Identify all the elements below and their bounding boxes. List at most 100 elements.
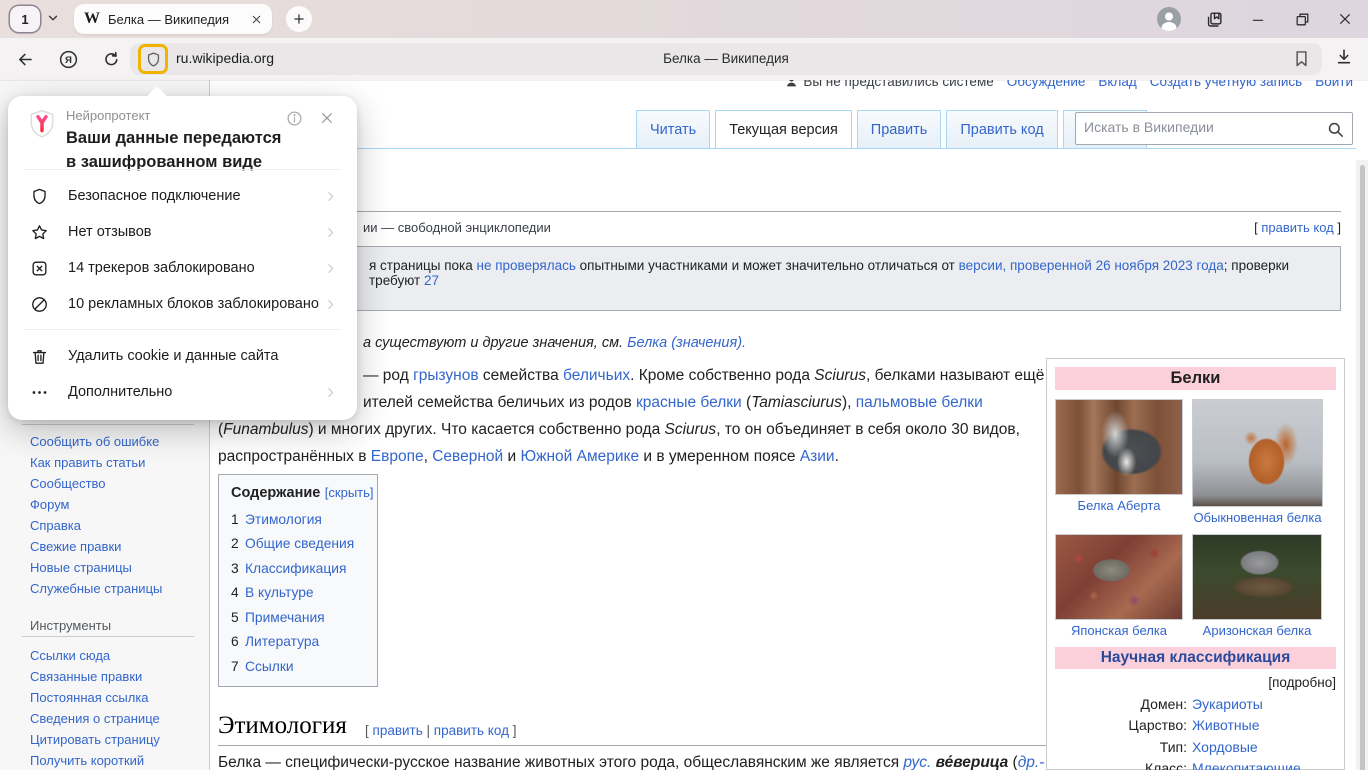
window-close-icon[interactable] xyxy=(1333,7,1357,31)
more-options-item[interactable]: Дополнительно xyxy=(8,374,357,410)
edit-code-link[interactable]: править код xyxy=(434,723,509,738)
bookmark-flag-icon[interactable] xyxy=(1291,48,1312,69)
window-restore-icon[interactable] xyxy=(1290,7,1314,31)
toc-link-classification[interactable]: Классификация xyxy=(245,561,346,576)
sciuridae-link[interactable]: беличьих xyxy=(563,367,630,384)
image-caption-link[interactable]: Обыкновенная белка xyxy=(1192,510,1323,525)
secure-connection-item[interactable]: Безопасное подключение xyxy=(8,178,357,214)
palm-squirrels-link[interactable]: пальмовые белки xyxy=(856,394,983,411)
arizona-squirrel-image[interactable] xyxy=(1192,534,1322,620)
new-tab-button[interactable] xyxy=(286,6,312,32)
toc-item: 2Общие сведения xyxy=(231,536,377,551)
text-fragment: . Кроме собственно рода xyxy=(630,367,814,384)
south-america-link[interactable]: Южной Америке xyxy=(520,448,639,465)
tab-counter-badge[interactable]: 1 xyxy=(10,6,40,32)
sidebar-link-recent-changes[interactable]: Свежие правки xyxy=(30,539,121,554)
tab-edit-code[interactable]: Править код xyxy=(946,110,1057,148)
yandex-services-icon[interactable]: Я xyxy=(56,47,80,71)
taxonomy-value-link[interactable]: Млекопитающие xyxy=(1192,760,1301,770)
protect-brand-label: Нейропротект xyxy=(66,108,150,123)
red-squirrel-image[interactable] xyxy=(1192,399,1323,507)
sidebar-link-special-pages[interactable]: Служебные страницы xyxy=(30,581,162,596)
reviewed-version-link[interactable]: версии, проверенной 26 ноября 2023 года xyxy=(959,258,1224,273)
bracket: ] xyxy=(370,485,374,500)
side-panel-icon[interactable] xyxy=(1202,7,1226,31)
russian-language-link[interactable]: рус. xyxy=(903,754,931,770)
address-field[interactable]: ru.wikipedia.org Белка — Википедия xyxy=(130,43,1322,75)
toc-link-links[interactable]: Ссылки xyxy=(245,659,294,674)
reviews-item[interactable]: Нет отзывов xyxy=(8,214,357,250)
sidebar-link-forum[interactable]: Форум xyxy=(30,497,70,512)
trackers-blocked-item[interactable]: 14 трекеров заблокировано xyxy=(8,250,357,286)
japanese-squirrel-image[interactable] xyxy=(1055,534,1183,620)
toc-item: 6Литература xyxy=(231,634,377,649)
asia-link[interactable]: Азии xyxy=(800,448,835,465)
window-minimize-icon[interactable] xyxy=(1246,7,1270,31)
sidebar-link-what-links-here[interactable]: Ссылки сюда xyxy=(30,648,110,663)
back-button-icon[interactable] xyxy=(13,47,37,71)
downloads-icon[interactable] xyxy=(1334,47,1354,67)
sidebar-link-how-to-edit[interactable]: Как править статьи xyxy=(30,455,145,470)
taxonomy-value-link[interactable]: Животные xyxy=(1192,717,1260,733)
popup-divider xyxy=(24,169,341,170)
toc-link-notes[interactable]: Примечания xyxy=(245,610,325,625)
not-reviewed-link[interactable]: не проверялась xyxy=(476,258,575,273)
image-caption-link[interactable]: Японская белка xyxy=(1055,623,1183,638)
aberts-squirrel-image[interactable] xyxy=(1055,399,1183,495)
text-fragment: и xyxy=(503,448,520,465)
tab-current-version[interactable]: Текущая версия xyxy=(715,110,852,148)
tab-read[interactable]: Читать xyxy=(636,110,710,148)
sidebar-link-new-pages[interactable]: Новые страницы xyxy=(30,560,132,575)
sidebar-link-community[interactable]: Сообщество xyxy=(30,476,106,491)
edit-code-link[interactable]: править код xyxy=(1261,220,1333,235)
north-america-link[interactable]: Северной xyxy=(432,448,503,465)
toc-link-general[interactable]: Общие сведения xyxy=(245,536,354,551)
toc-link-literature[interactable]: Литература xyxy=(245,634,319,649)
search-icon[interactable] xyxy=(1326,120,1345,139)
toc-number: 5 xyxy=(231,610,245,625)
sidebar-link-report-error[interactable]: Сообщить об ошибке xyxy=(30,434,159,449)
toc-link-in-culture[interactable]: В культуре xyxy=(245,585,314,600)
table-of-contents: Содержание [скрыть] 1Этимология 2Общие с… xyxy=(218,474,378,687)
scrollbar-thumb[interactable] xyxy=(1360,165,1365,770)
scientific-classification-header[interactable]: Научная классификация xyxy=(1055,647,1336,669)
old-russian-link[interactable]: др.- xyxy=(1018,754,1045,770)
tab-close-icon[interactable] xyxy=(251,14,262,25)
edit-link[interactable]: править xyxy=(373,723,423,738)
pending-changes-link[interactable]: 27 xyxy=(424,273,439,288)
delete-cookies-item[interactable]: Удалить cookie и данные сайта xyxy=(8,338,357,374)
svg-text:Я: Я xyxy=(65,55,72,66)
classification-details-link[interactable]: [подробно] xyxy=(1055,675,1336,690)
page-scrollbar[interactable] xyxy=(1356,160,1368,770)
tabs-dropdown-chevron-icon[interactable] xyxy=(46,11,60,25)
toc-link-etymology[interactable]: Этимология xyxy=(245,512,322,527)
europe-link[interactable]: Европе xyxy=(371,448,424,465)
ellipsis-icon xyxy=(30,383,52,402)
disambiguation-link[interactable]: Белка (значения). xyxy=(627,335,746,351)
sidebar-link-related-changes[interactable]: Связанные правки xyxy=(30,669,142,684)
info-icon[interactable] xyxy=(286,110,303,127)
sidebar-link-help[interactable]: Справка xyxy=(30,518,81,533)
wiki-search-input[interactable] xyxy=(1084,119,1314,135)
profile-avatar[interactable] xyxy=(1157,7,1181,31)
refresh-icon[interactable] xyxy=(99,47,123,71)
chevron-right-icon xyxy=(324,298,337,311)
browser-tab[interactable]: W Белка — Википедия xyxy=(74,4,272,34)
taxonomy-row: Класс:Млекопитающие xyxy=(1055,760,1336,770)
ad-block-icon xyxy=(30,295,52,314)
tab-edit[interactable]: Править xyxy=(857,110,942,148)
popup-close-icon[interactable] xyxy=(319,110,335,126)
taxonomy-value-link[interactable]: Хордовые xyxy=(1192,739,1258,755)
sidebar-link-page-info[interactable]: Сведения о странице xyxy=(30,711,160,726)
image-caption-link[interactable]: Аризонская белка xyxy=(1192,623,1322,638)
sidebar-link-permanent-link[interactable]: Постоянная ссылка xyxy=(30,690,149,705)
red-squirrels-link[interactable]: красные белки xyxy=(636,394,742,411)
toc-title: Содержание xyxy=(231,485,320,501)
taxonomy-value-link[interactable]: Эукариоты xyxy=(1192,696,1263,712)
ads-blocked-item[interactable]: 10 рекламных блоков заблокировано xyxy=(8,286,357,322)
image-caption-link[interactable]: Белка Аберта xyxy=(1055,498,1183,513)
sidebar-link-cite-page[interactable]: Цитировать страницу xyxy=(30,732,160,747)
rodents-link[interactable]: грызунов xyxy=(413,367,479,384)
sidebar-link-get-short-url[interactable]: Получить короткий xyxy=(30,753,144,768)
toc-hide-toggle[interactable]: [скрыть] xyxy=(325,485,374,500)
